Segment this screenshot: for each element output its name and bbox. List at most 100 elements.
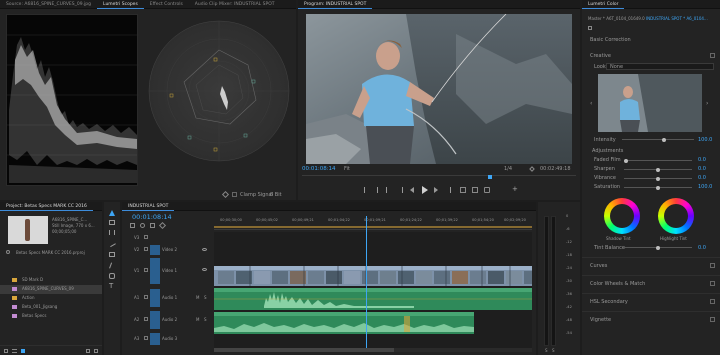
track-area[interactable] (214, 216, 532, 352)
adjust-slider[interactable] (624, 176, 692, 181)
lock-icon[interactable] (144, 336, 148, 340)
hand-tool-icon[interactable] (109, 273, 115, 279)
highlight-tint-wheel[interactable] (658, 198, 694, 234)
lock-icon[interactable] (4, 349, 8, 353)
pen-tool-icon[interactable] (109, 262, 115, 270)
go-to-out-icon[interactable] (398, 187, 403, 193)
track-target-v1[interactable] (150, 258, 160, 284)
section-hsl-secondary[interactable]: HSL Secondary (582, 293, 720, 311)
adjust-slider[interactable] (624, 167, 692, 172)
wrench-icon[interactable] (221, 190, 230, 199)
tab-sequence[interactable]: INDUSTRIAL SPOT (122, 202, 175, 211)
shadow-tint-wheel[interactable] (604, 198, 640, 234)
meter-solo-right[interactable]: S (552, 348, 555, 353)
extract-icon[interactable] (472, 187, 478, 193)
ripple-edit-tool-icon[interactable] (109, 230, 115, 235)
section-curves[interactable]: Curves (582, 257, 720, 275)
lift-icon[interactable] (460, 187, 466, 193)
tab-audio-clip-mixer[interactable]: Audio Clip Mixer: INDUSTRIAL SPOT (189, 0, 281, 9)
section-enable-checkbox[interactable] (710, 299, 715, 304)
lumetri-clip-sequence[interactable]: INDUSTRIAL SPOT * A6_0104... (646, 16, 708, 21)
scrollbar-thumb[interactable] (214, 348, 394, 352)
add-marker-icon[interactable] (150, 223, 155, 228)
snap-icon[interactable] (130, 223, 135, 228)
lumetri-clip-master[interactable]: Master * A6T_0104_01649.0 (588, 16, 645, 21)
trash-icon[interactable] (94, 349, 98, 353)
project-item-spine-curves[interactable]: A6816_SPINE_CURVES_09 (0, 285, 102, 294)
adjust-value[interactable]: 0.0 (698, 175, 706, 181)
tint-balance-slider[interactable] (624, 245, 692, 250)
play-icon[interactable] (422, 186, 428, 194)
step-back-icon[interactable] (410, 187, 414, 193)
project-item-betas-specs[interactable]: Betas Specs (0, 312, 102, 321)
track-target-v2[interactable] (150, 245, 160, 255)
basic-correction-section[interactable]: Basic Correction (590, 37, 631, 43)
project-item-action[interactable]: Action (0, 294, 102, 303)
intensity-value[interactable]: 100.0 (698, 137, 712, 143)
tint-balance-knob[interactable] (656, 245, 660, 250)
section-color-wheels[interactable]: Color Wheels & Match (582, 275, 720, 293)
track-select-tool-icon[interactable] (109, 220, 115, 225)
bit-depth-select[interactable]: 8 Bit (270, 192, 282, 198)
adjust-value[interactable]: 0.0 (698, 157, 706, 163)
type-tool-icon[interactable]: T (109, 282, 113, 290)
eye-icon[interactable] (202, 248, 207, 251)
look-select[interactable]: None (606, 63, 714, 70)
lock-icon[interactable] (144, 317, 148, 321)
clamp-signal-checkbox[interactable] (232, 192, 237, 197)
lock-icon[interactable] (144, 295, 148, 299)
creative-section[interactable]: Creative (590, 53, 611, 59)
mute-button[interactable]: M (196, 295, 199, 300)
linked-selection-icon[interactable] (140, 223, 145, 228)
wrench-icon[interactable] (158, 221, 167, 230)
search-icon[interactable] (6, 250, 10, 254)
track-target-a1[interactable] (150, 289, 160, 307)
razor-tool-icon[interactable] (108, 239, 116, 248)
program-timecode-current[interactable]: 00:01:08:14 (302, 166, 336, 172)
add-button-icon[interactable]: + (512, 186, 518, 193)
tint-balance-value[interactable]: 0.0 (698, 245, 706, 251)
tab-lumetri-scopes[interactable]: Lumetri Scopes (97, 0, 144, 9)
adjust-slider[interactable] (624, 185, 692, 190)
selection-tool-icon[interactable] (109, 210, 115, 216)
go-forward-icon[interactable] (446, 187, 451, 193)
adjust-value[interactable]: 0.0 (698, 166, 706, 172)
timeline-playhead[interactable] (366, 216, 367, 352)
list-view-icon[interactable] (12, 349, 17, 353)
meter-solo-left[interactable]: S (545, 348, 548, 353)
tab-lumetri-color[interactable]: Lumetri Color (582, 0, 625, 9)
lock-icon[interactable] (144, 247, 148, 251)
solo-button[interactable]: S (204, 295, 207, 300)
icon-view-icon[interactable] (21, 349, 25, 353)
project-item-sd-mark[interactable]: SD Mark D (0, 276, 102, 285)
look-next-arrow[interactable]: › (706, 100, 708, 107)
solo-button[interactable]: S (204, 317, 207, 322)
adjust-slider[interactable] (624, 158, 692, 163)
mark-out-icon[interactable] (374, 187, 378, 193)
project-item-beta[interactable]: Beta_001_Jigsang (0, 303, 102, 312)
go-to-in-icon[interactable] (386, 187, 391, 193)
adjust-knob[interactable] (656, 176, 660, 181)
adjust-knob[interactable] (656, 185, 660, 190)
timeline-ruler[interactable]: 00;00;30;00 00;00;45;02 00;00;49;21 00;0… (214, 216, 532, 230)
adjust-knob[interactable] (656, 167, 660, 172)
timeline-zoom-scrollbar[interactable] (214, 348, 532, 352)
track-target-a3[interactable] (150, 333, 160, 345)
audio-clip-a1[interactable] (214, 288, 532, 310)
look-prev-arrow[interactable]: ‹ (590, 100, 592, 107)
section-enable-checkbox[interactable] (710, 281, 715, 286)
eye-icon[interactable] (202, 268, 207, 271)
track-target-a2[interactable] (150, 311, 160, 329)
section-enable-checkbox[interactable] (710, 263, 715, 268)
program-scrub-bar[interactable] (302, 175, 576, 179)
export-frame-icon[interactable] (484, 187, 490, 193)
audio-clip-a2[interactable] (214, 312, 474, 334)
tab-program[interactable]: Program: INDUSTRIAL SPOT (298, 0, 373, 9)
adjust-value[interactable]: 100.0 (698, 184, 712, 190)
mark-in-icon[interactable] (364, 187, 368, 193)
mute-button[interactable]: M (196, 317, 199, 322)
slip-tool-icon[interactable] (109, 252, 115, 257)
new-item-icon[interactable] (86, 349, 90, 353)
video-clip-strip[interactable] (214, 266, 532, 286)
tab-effect-controls[interactable]: Effect Controls (144, 0, 189, 9)
